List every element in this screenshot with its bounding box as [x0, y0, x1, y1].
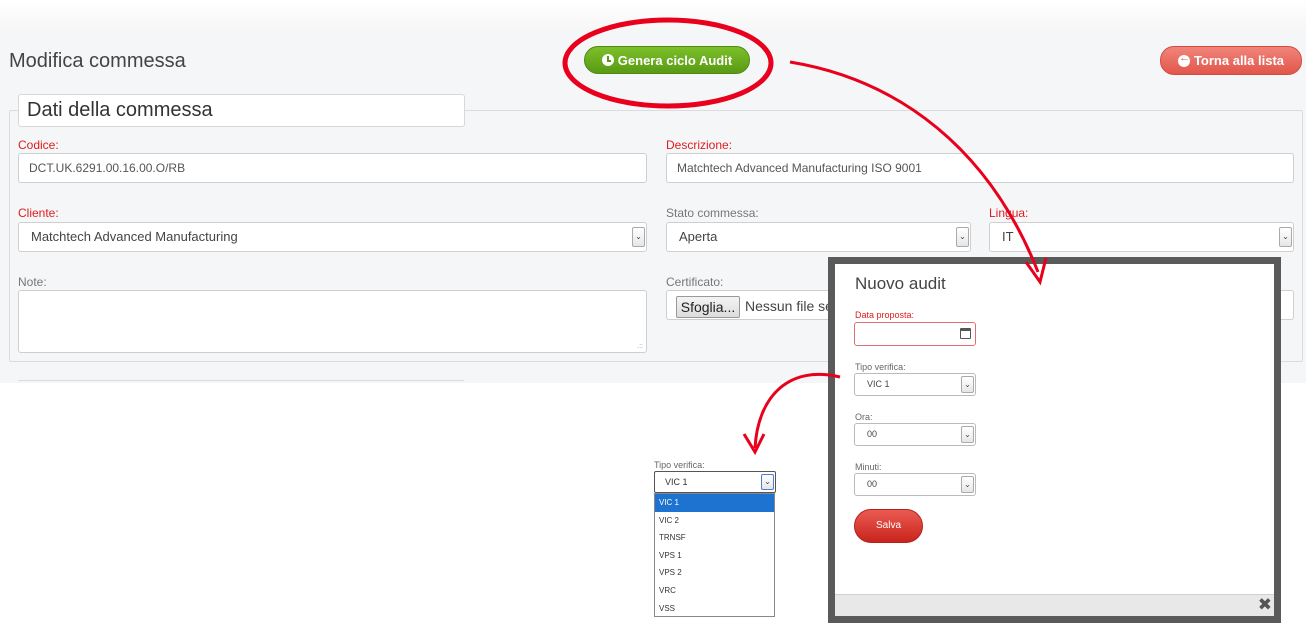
lingua-select[interactable]: IT ⌄ — [989, 222, 1294, 252]
minuti-select[interactable]: 00 ⌄ — [854, 473, 976, 496]
ora-value: 00 — [867, 429, 878, 439]
chevron-down-icon: ⌄ — [632, 227, 645, 247]
minuti-value: 00 — [867, 479, 878, 489]
chevron-down-icon: ⌄ — [956, 227, 969, 247]
descrizione-label: Descrizione: — [666, 138, 733, 152]
option-vps-1[interactable]: VPS 1 — [655, 547, 774, 565]
lingua-value: IT — [1002, 229, 1014, 244]
tipo-verifica-label: Tipo verifica: — [855, 362, 906, 372]
option-vps-2[interactable]: VPS 2 — [655, 564, 774, 582]
option-vic-1[interactable]: VIC 1 — [655, 494, 774, 512]
chevron-down-icon: ⌄ — [1279, 227, 1292, 247]
modal-footer: ✖ — [835, 594, 1274, 616]
lingua-label: Lingua: — [989, 206, 1029, 220]
data-proposta-label: Data proposta: — [855, 310, 915, 320]
save-button[interactable]: Salva — [854, 509, 923, 543]
arrow-left-circle-icon — [1177, 52, 1190, 67]
page-title: Modifica commessa — [9, 50, 186, 72]
generate-audit-cycle-label: Genera ciclo Audit — [617, 52, 733, 68]
stato-label: Stato commessa: — [666, 206, 759, 220]
verification-type-options: VIC 1 VIC 2 TRNSF VPS 1 VPS 2 VRC VSS — [654, 493, 775, 617]
verification-type-select-open[interactable]: VIC 1 ⌄ — [654, 471, 776, 493]
chevron-down-icon: ⌄ — [961, 476, 974, 493]
next-section-edge — [18, 380, 464, 383]
clock-icon — [601, 54, 614, 66]
tipo-verifica-select[interactable]: VIC 1 ⌄ — [854, 373, 976, 396]
note-textarea[interactable]: .:: — [18, 290, 647, 353]
tipo-verifica-value: VIC 1 — [867, 379, 890, 389]
dropdown-preview-selected: VIC 1 — [665, 477, 688, 487]
section-legend: Dati della commessa — [18, 94, 465, 127]
option-trnsf[interactable]: TRNSF — [655, 529, 774, 547]
descrizione-input[interactable]: Matchtech Advanced Manufacturing ISO 900… — [666, 153, 1294, 183]
stato-select[interactable]: Aperta ⌄ — [666, 222, 971, 252]
cliente-select[interactable]: Matchtech Advanced Manufacturing ⌄ — [18, 222, 647, 252]
minuti-label: Minuti: — [855, 462, 882, 472]
option-vss[interactable]: VSS — [655, 600, 774, 618]
back-to-list-button[interactable]: Torna alla lista — [1160, 46, 1302, 75]
calendar-icon[interactable] — [960, 328, 971, 339]
cliente-label: Cliente: — [18, 206, 59, 220]
generate-audit-cycle-button[interactable]: Genera ciclo Audit — [584, 46, 750, 74]
chevron-down-icon: ⌄ — [761, 474, 774, 490]
stato-value: Aperta — [679, 229, 718, 244]
dropdown-preview-label: Tipo verifica: — [654, 460, 705, 470]
cliente-value: Matchtech Advanced Manufacturing — [31, 229, 238, 244]
option-vic-2[interactable]: VIC 2 — [655, 512, 774, 530]
back-to-list-label: Torna alla lista — [1193, 53, 1285, 68]
chevron-down-icon: ⌄ — [961, 376, 974, 393]
new-audit-modal: Nuovo audit Data proposta: Tipo verifica… — [828, 257, 1281, 623]
codice-input[interactable]: DCT.UK.6291.00.16.00.O/RB — [18, 153, 647, 183]
annotation-arrowhead-dropdown — [742, 433, 766, 456]
modal-title: Nuovo audit — [855, 274, 946, 293]
ora-label: Ora: — [855, 412, 873, 422]
data-proposta-input[interactable] — [854, 322, 976, 346]
resize-grip-icon[interactable]: .:: — [637, 343, 643, 350]
option-vrc[interactable]: VRC — [655, 582, 774, 600]
top-bar — [0, 0, 1306, 28]
codice-label: Codice: — [18, 138, 59, 152]
note-label: Note: — [18, 275, 47, 289]
close-icon[interactable]: ✖ — [1258, 596, 1272, 614]
certificato-label: Certificato: — [666, 275, 724, 289]
ora-select[interactable]: 00 ⌄ — [854, 423, 976, 446]
chevron-down-icon: ⌄ — [961, 426, 974, 443]
browse-button[interactable]: Sfoglia... — [676, 296, 740, 318]
